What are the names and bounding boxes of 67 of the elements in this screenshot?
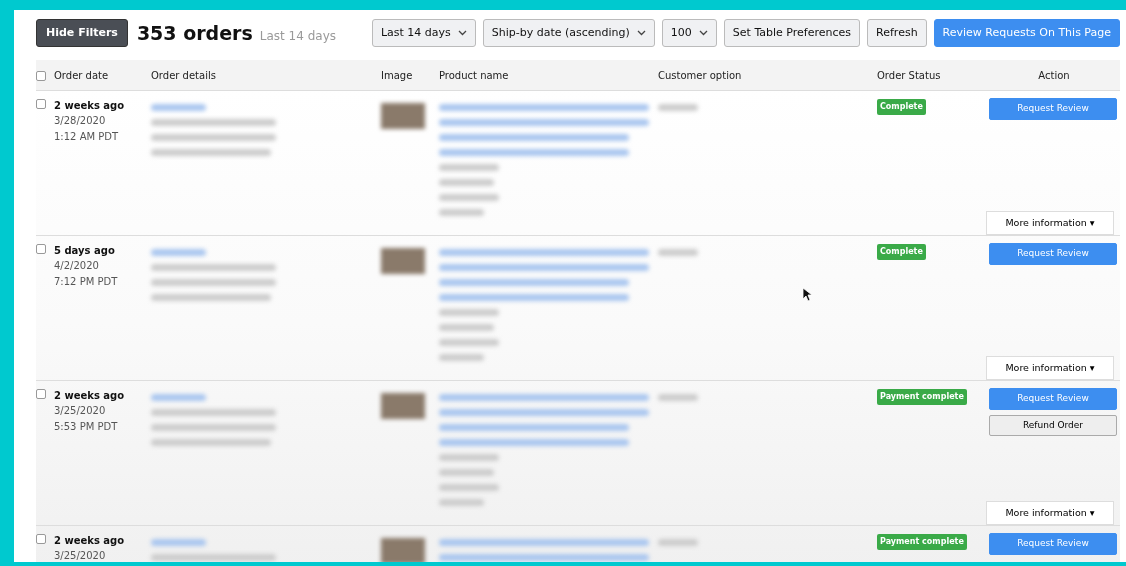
select-all-checkbox[interactable] [36,70,46,81]
blurred-text [439,324,494,331]
blurred-text [439,339,499,346]
column-header: Product name [439,68,510,83]
order-date: 3/25/2020 [54,404,107,418]
status-label: Complete [877,244,926,260]
mouse-cursor-icon [802,287,812,302]
caret-icon [636,30,646,36]
row-checkbox[interactable] [36,244,46,254]
order-age: 2 weeks ago [54,99,126,113]
blurred-text [658,249,698,256]
column-header: Customer option [658,68,743,83]
dropdown-button[interactable]: 100 [661,18,717,48]
blurred-text [151,104,206,111]
blurred-text [658,394,698,401]
caret-icon [457,30,467,36]
more-information-button[interactable]: More information ▾ [986,355,1114,380]
more-information-button[interactable]: More information ▾ [986,500,1114,525]
dropdown-button[interactable]: Last 14 days [371,18,476,48]
order-time: 7:12 PM PDT [54,275,119,289]
blurred-text [151,249,206,256]
status-label: Payment complete [877,534,967,550]
column-header: Image [381,68,414,83]
order-age: 5 days ago [54,244,116,258]
blurred-text [658,539,698,546]
order-time: 1:12 AM PDT [54,130,120,144]
order-date: 3/25/2020 [54,549,107,562]
blurred-text [439,454,499,461]
blurred-text [439,469,494,476]
order-date: 3/28/2020 [54,114,107,128]
column-header: Action [1037,68,1071,83]
hide-filters-button[interactable]: Hide Filters [36,18,128,48]
blurred-text [439,179,494,186]
row-checkbox[interactable] [36,534,46,544]
photo-placeholder [381,538,425,562]
blurred-text [439,499,484,506]
blurred-text [151,394,206,401]
order-date: 4/2/2020 [54,259,100,273]
row-checkbox[interactable] [36,389,46,399]
toolbar-button[interactable]: Set Table Preferences [723,18,861,48]
caret-icon [698,30,708,36]
column-header: Order date [54,68,110,83]
more-information-button[interactable]: More information ▾ [986,210,1114,235]
order-age: 2 weeks ago [54,389,126,403]
dropdown-button[interactable]: Ship-by date (ascending) [482,18,655,48]
order-time: 5:53 PM PDT [54,420,119,434]
blurred-text [439,484,499,491]
blurred-text [151,539,206,546]
photo-placeholder [381,248,425,274]
photo-placeholder [381,393,425,419]
blurred-text [439,309,499,316]
blurred-text [439,209,484,216]
blurred-text [439,164,499,171]
refund-order-button[interactable]: Refund Order [989,414,1117,436]
blurred-text [439,194,499,201]
blurred-text [658,104,698,111]
orders-title: 353 orders [136,20,253,46]
photo-placeholder [381,103,425,129]
row-checkbox[interactable] [36,99,46,109]
toolbar-button[interactable]: Refresh [867,18,927,48]
column-header: Order Status [877,68,942,83]
status-label: Payment complete [877,389,967,405]
column-header: Order details [151,68,217,83]
status-label: Complete [877,99,926,115]
date-range-subtitle: Last 14 days [259,27,336,45]
blurred-text [439,354,484,361]
order-age: 2 weeks ago [54,534,126,548]
